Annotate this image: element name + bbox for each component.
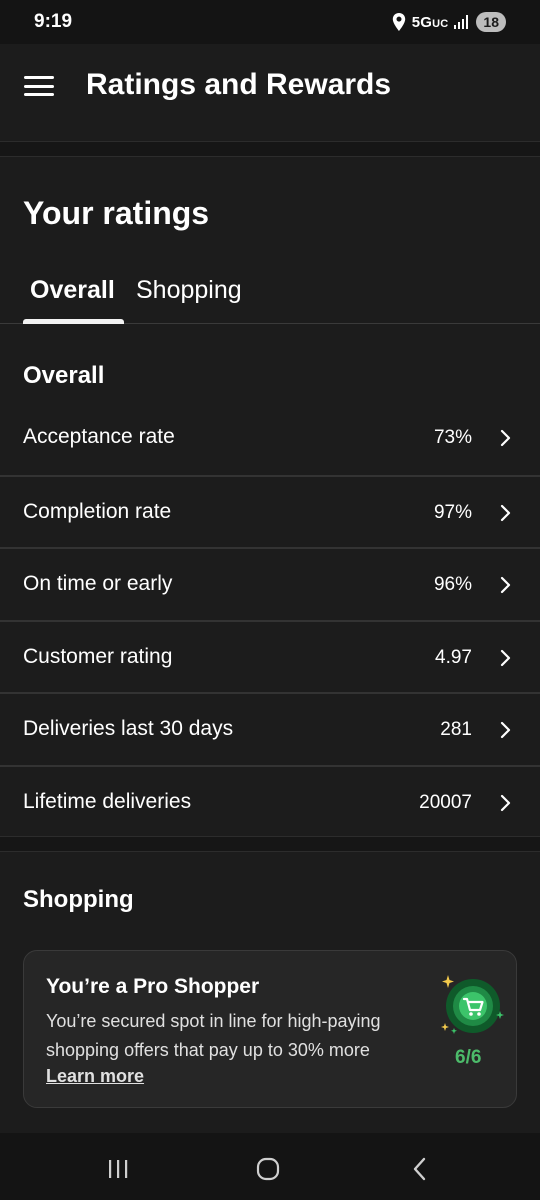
- metric-list: Acceptance rate 73% Completion rate 97% …: [0, 402, 540, 837]
- metric-value: 20007: [419, 791, 472, 813]
- metric-value: 281: [440, 719, 472, 740]
- app-bar: Ratings and Rewards: [0, 44, 540, 141]
- metric-row-acceptance-rate[interactable]: Acceptance rate 73%: [0, 402, 540, 475]
- metric-row-deliveries-last-30-days[interactable]: Deliveries last 30 days 281: [0, 692, 540, 765]
- pro-shopper-description: You’re secured spot in line for high-pay…: [46, 1011, 381, 1060]
- chevron-right-icon: [500, 576, 511, 594]
- chevron-right-icon: [500, 794, 511, 811]
- metric-label: Completion rate: [23, 499, 172, 523]
- metric-label: On time or early: [23, 572, 173, 595]
- signal-icon: [454, 15, 469, 29]
- metric-row-on-time-or-early[interactable]: On time or early 96%: [0, 547, 540, 620]
- chevron-right-icon: [500, 429, 511, 447]
- recent-apps-icon[interactable]: [104, 1155, 132, 1183]
- ratings-tabs: Overall Shopping: [0, 268, 540, 324]
- chevron-right-icon: [500, 721, 511, 739]
- overall-heading: Overall: [23, 362, 105, 389]
- metric-value: 97%: [433, 501, 472, 523]
- metric-row-completion-rate[interactable]: Completion rate 97%: [0, 474, 540, 548]
- tab-overall[interactable]: Overall: [30, 276, 115, 305]
- metric-label: Customer rating: [23, 644, 173, 668]
- tab-shopping[interactable]: Shopping: [136, 276, 242, 305]
- home-icon[interactable]: [254, 1155, 282, 1183]
- pro-shopper-progress: 6/6: [455, 1047, 482, 1068]
- chevron-right-icon: [500, 504, 511, 521]
- metric-value: 4.97: [435, 646, 472, 668]
- status-time: 9:19: [34, 11, 73, 32]
- shopping-cart-badge-icon: [441, 975, 504, 1034]
- metric-label: Deliveries last 30 days: [23, 717, 234, 740]
- hamburger-menu-icon[interactable]: [24, 74, 54, 98]
- tab-selected-indicator: [23, 319, 124, 324]
- your-ratings-heading: Your ratings: [23, 195, 210, 231]
- metric-value: 73%: [433, 427, 472, 448]
- section-divider: [0, 836, 540, 852]
- metric-row-lifetime-deliveries[interactable]: Lifetime deliveries 20007: [0, 764, 540, 838]
- metric-label: Lifetime deliveries: [23, 789, 192, 813]
- battery-badge: 18: [476, 12, 506, 32]
- system-nav-bar: [0, 1133, 540, 1200]
- page-title: Ratings and Rewards: [86, 68, 392, 101]
- status-bar: 9:19 5GUC 18: [0, 0, 540, 44]
- section-divider: [0, 141, 540, 157]
- network-label: 5GUC: [411, 13, 449, 31]
- learn-more-link[interactable]: Learn more: [46, 1066, 144, 1087]
- status-indicators: 5GUC 18: [392, 10, 506, 34]
- pro-shopper-title: You’re a Pro Shopper: [46, 975, 260, 998]
- metric-label: Acceptance rate: [23, 425, 175, 448]
- chevron-right-icon: [500, 649, 511, 666]
- shopping-heading: Shopping: [23, 886, 134, 913]
- pro-shopper-card[interactable]: You’re a Pro Shopper You’re secured spot…: [23, 950, 517, 1108]
- location-icon: [392, 13, 405, 31]
- metric-value: 96%: [433, 574, 472, 595]
- back-icon[interactable]: [406, 1155, 434, 1183]
- metric-row-customer-rating[interactable]: Customer rating 4.97: [0, 619, 540, 693]
